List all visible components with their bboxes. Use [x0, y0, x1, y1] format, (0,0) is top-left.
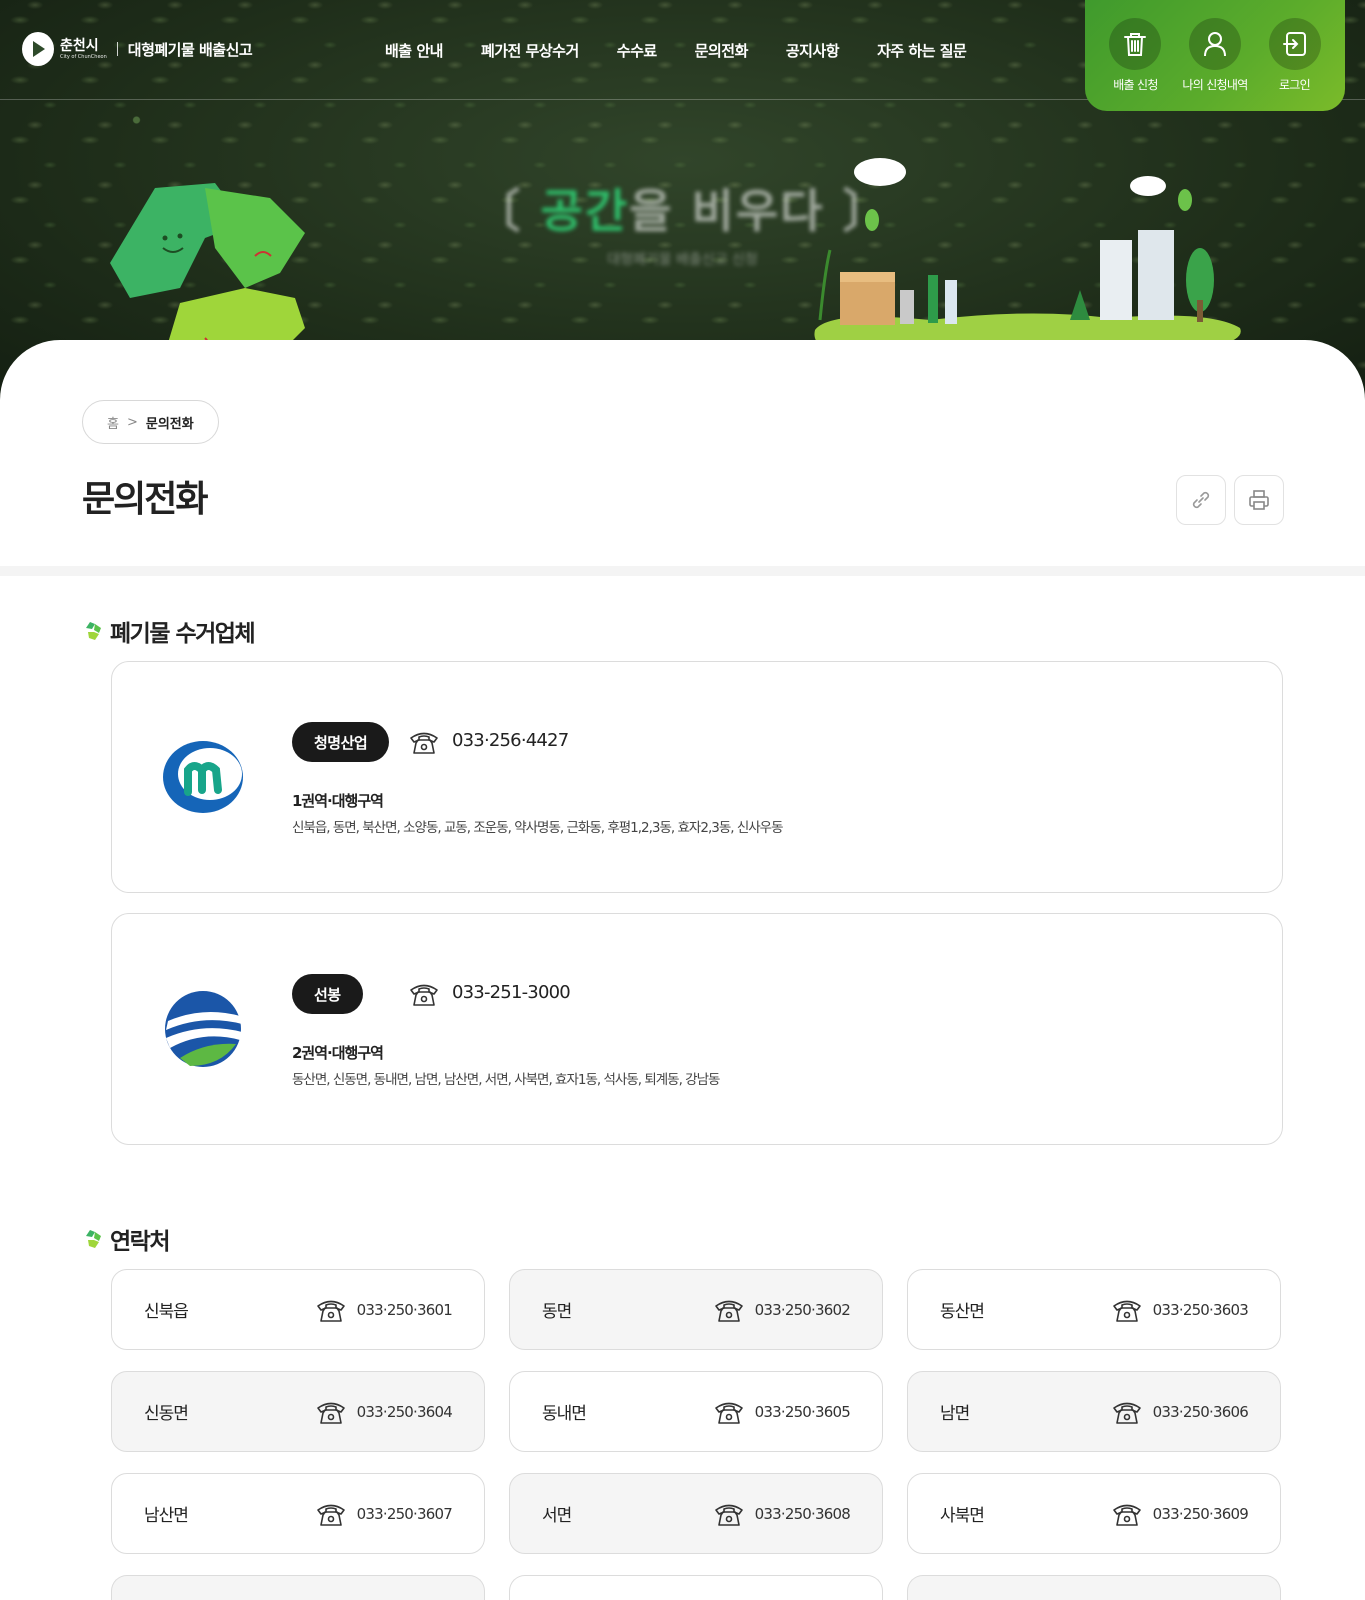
contact-name: 신북읍 [144, 1302, 189, 1322]
nav-item-faq[interactable]: 자주 하는 질문 [877, 40, 967, 61]
contact-name: 동면 [542, 1302, 572, 1322]
logo-separator [116, 42, 118, 56]
phone-icon [316, 1402, 345, 1424]
contact-phone[interactable]: 033·250·3607 [357, 1505, 453, 1523]
contact-card-partial [907, 1575, 1281, 1600]
printer-icon [1249, 490, 1269, 510]
contact-card: 사북면 033·250·3609 [907, 1473, 1281, 1554]
company-area-list: 동산면, 신동면, 동내면, 남면, 남산면, 서면, 사북면, 효자1동, 석… [292, 1072, 720, 1088]
contact-phone[interactable]: 033·250·3608 [755, 1505, 851, 1523]
contact-card: 동내면 033·250·3605 [509, 1371, 883, 1452]
contact-card: 동면 033·250·3602 [509, 1269, 883, 1350]
cheongmyeong-logo-icon [163, 741, 243, 813]
contact-phone[interactable]: 033·250·3602 [755, 1301, 851, 1319]
site-header: 춘천시 City of ChunCheon 대형폐기물 배출신고 배출 안내 폐… [0, 0, 1365, 111]
hero-headline-green: 공간 [540, 184, 630, 238]
contact-phone[interactable]: 033·250·3606 [1153, 1403, 1249, 1421]
print-button[interactable] [1234, 475, 1284, 525]
contact-name: 동산면 [940, 1302, 985, 1322]
contact-card-partial [509, 1575, 883, 1600]
companies-section-label: 폐기물 수거업체 [110, 621, 256, 647]
phone-icon [714, 1300, 743, 1322]
contacts-section-label: 연락처 [110, 1229, 170, 1255]
site-logo[interactable]: 춘천시 City of ChunCheon 대형폐기물 배출신고 [22, 32, 253, 66]
contact-name: 신동면 [144, 1404, 189, 1424]
link-icon [1192, 491, 1210, 509]
company-area-list: 신북읍, 동면, 북산면, 소양동, 교동, 조운동, 약사명동, 근화동, 후… [292, 820, 784, 836]
phone-icon [1112, 1300, 1141, 1322]
contact-phone[interactable]: 033·250·3605 [755, 1403, 851, 1421]
contact-card: 신북읍 033·250·3601 [111, 1269, 485, 1350]
phone-icon [714, 1504, 743, 1526]
nav-item-contact[interactable]: 문의전화 [695, 40, 749, 61]
city-logo-icon [22, 32, 54, 66]
breadcrumb-current: 문의전화 [145, 416, 194, 432]
quick-my-requests-label: 나의 신청내역 [1182, 78, 1248, 92]
content-top-curve [0, 340, 1365, 400]
quick-disposal-request-label: 배출 신청 [1113, 78, 1158, 92]
contact-name: 동내면 [542, 1404, 587, 1424]
contact-phone[interactable]: 033·250·3604 [357, 1403, 453, 1421]
contact-card: 남산면 033·250·3607 [111, 1473, 485, 1554]
contact-card: 서면 033·250·3608 [509, 1473, 883, 1554]
quick-login-button[interactable]: 로그인 [1268, 18, 1321, 111]
phone-icon [410, 984, 438, 1006]
main-nav: 배출 안내 폐가전 무상수거 수수료 문의전화 공지사항 자주 하는 질문 [385, 40, 1004, 61]
logo-city-korean: 춘천시 [60, 37, 99, 54]
phone-icon [410, 732, 438, 754]
breadcrumb-separator: > [126, 414, 138, 430]
recycle-icon [86, 1230, 101, 1248]
contact-card: 동산면 033·250·3603 [907, 1269, 1281, 1350]
contact-phone[interactable]: 033·250·3603 [1153, 1301, 1249, 1319]
company-area-title: 2권역·대행구역 [292, 1044, 384, 1062]
phone-icon [316, 1300, 345, 1322]
seonbong-logo-icon [165, 991, 242, 1067]
phone-icon [316, 1504, 345, 1526]
company-phone[interactable]: 033·256·4427 [452, 730, 569, 751]
logo-city-english: City of ChunCheon [60, 53, 107, 60]
section-divider [0, 566, 1365, 576]
quick-login-label: 로그인 [1278, 78, 1311, 92]
company-card: 청명산업 033·256·4427 1권역·대행구역 신북읍, 동면, 북산면,… [111, 661, 1283, 893]
phone-icon [714, 1402, 743, 1424]
nav-item-notices[interactable]: 공지사항 [786, 40, 840, 61]
company-area-title: 1권역·대행구역 [292, 792, 384, 810]
contacts-section-title: 연락처 [82, 1222, 170, 1256]
recycle-icon [86, 622, 101, 640]
quick-menu: 배출 신청 나의 신청내역 로그인 [1085, 0, 1345, 111]
companies-section-title: 폐기물 수거업체 [82, 614, 256, 648]
breadcrumb-home[interactable]: 홈 [107, 413, 119, 432]
company-name-badge: 선봉 [292, 974, 363, 1014]
company-phone[interactable]: 033-251-3000 [452, 982, 571, 1003]
phone-icon [1112, 1504, 1141, 1526]
login-icon [1268, 18, 1321, 70]
quick-disposal-request-button[interactable]: 배출 신청 [1109, 18, 1162, 111]
logo-service-name: 대형폐기물 배출신고 [127, 40, 253, 59]
contact-name: 서면 [542, 1506, 572, 1526]
trash-icon [1109, 18, 1162, 70]
contact-card: 남면 033·250·3606 [907, 1371, 1281, 1452]
quick-my-requests-button[interactable]: 나의 신청내역 [1182, 18, 1248, 111]
contact-card-partial [111, 1575, 485, 1600]
contact-name: 남산면 [144, 1506, 189, 1526]
user-icon [1188, 18, 1241, 70]
page-title: 문의전화 [82, 479, 208, 520]
contact-name: 남면 [940, 1404, 970, 1424]
breadcrumb: 홈 > 문의전화 [82, 400, 219, 444]
nav-item-appliance-pickup[interactable]: 폐가전 무상수거 [481, 40, 579, 61]
nav-item-disposal-guide[interactable]: 배출 안내 [385, 40, 443, 61]
eco-city-illustration [814, 158, 1241, 359]
contact-phone[interactable]: 033·250·3601 [357, 1301, 453, 1319]
contact-card: 신동면 033·250·3604 [111, 1371, 485, 1452]
copy-link-button[interactable] [1176, 475, 1226, 525]
nav-item-fees[interactable]: 수수료 [617, 40, 657, 61]
contact-phone[interactable]: 033·250·3609 [1153, 1505, 1249, 1523]
logo-city-name: 춘천시 City of ChunCheon [60, 39, 107, 60]
hero-headline-rest: 을 비우다 [629, 184, 825, 238]
phone-icon [1112, 1402, 1141, 1424]
contact-name: 사북면 [940, 1506, 985, 1526]
company-name-badge: 청명산업 [292, 722, 390, 762]
company-card: 선봉 033-251-3000 2권역·대행구역 동산면, 신동면, 동내면, … [111, 913, 1283, 1145]
